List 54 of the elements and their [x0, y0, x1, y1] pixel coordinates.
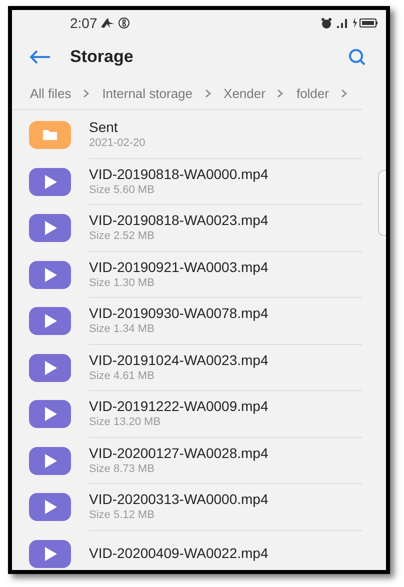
breadcrumb-item[interactable]: Internal storage	[102, 84, 193, 104]
file-name: VID-20190818-WA0000.mp4	[89, 166, 270, 183]
folder-icon	[29, 121, 71, 150]
file-name: VID-20191024-WA0023.mp4	[89, 352, 270, 369]
file-row[interactable]: VID-20191222-WA0009.mp4 Size 13.20 MB	[12, 391, 374, 438]
file-detail: Size 5.60 MB	[89, 182, 156, 197]
file-name: VID-20200409-WA0022.mp4	[89, 544, 270, 562]
file-detail: Size 1.30 MB	[89, 276, 156, 290]
chevron-icon	[277, 89, 284, 98]
file-name: VID-20190818-WA0023.mp4	[89, 212, 270, 230]
file-detail: 2021-02-20	[89, 136, 146, 150]
file-row[interactable]: VID-20190818-WA0000.mp4 Size 5.60 MB	[12, 158, 374, 205]
breadcrumb-item[interactable]: All files	[30, 84, 72, 104]
file-row[interactable]: VID-20200409-WA0022.mp4	[12, 530, 374, 570]
file-name: VID-20200313-WA0000.mp4	[89, 491, 270, 508]
file-row[interactable]: VID-20200313-WA0000.mp4 Size 5.12 MB	[12, 484, 374, 530]
file-name: VID-20191222-WA0009.mp4	[89, 398, 270, 416]
chevron-icon	[83, 89, 90, 98]
file-name: VID-20190921-WA0003.mp4	[89, 258, 270, 276]
scroll-handle[interactable]	[378, 170, 386, 236]
breadcrumb-item[interactable]: folder	[296, 84, 329, 104]
file-detail: Size 5.12 MB	[89, 508, 156, 522]
status-time: 2:07	[70, 14, 98, 32]
chevron-icon	[204, 89, 212, 98]
file-detail: Size 2.52 MB	[89, 229, 156, 244]
chevron-icon	[340, 89, 348, 98]
search-button[interactable]	[346, 46, 368, 68]
file-name: VID-20200127-WA0028.mp4	[89, 444, 270, 462]
breadcrumb-item[interactable]: Xender	[224, 84, 266, 104]
file-row[interactable]: VID-20190921-WA0003.mp4 Size 1.30 MB	[12, 252, 374, 298]
file-detail: Size 8.73 MB	[89, 462, 156, 476]
b-circle-icon	[118, 17, 130, 29]
video-file-icon	[29, 446, 71, 475]
video-file-icon	[29, 168, 71, 196]
file-detail: Size 4.61 MB	[89, 368, 156, 383]
file-row[interactable]: Sent 2021-02-20	[12, 112, 374, 158]
video-file-icon	[29, 307, 71, 336]
video-file-icon	[29, 260, 71, 289]
video-file-icon	[29, 214, 71, 242]
video-file-icon	[29, 400, 71, 428]
file-detail: Size 13.20 MB	[89, 415, 162, 430]
page-title: Storage	[70, 46, 134, 68]
file-row[interactable]: VID-20190818-WA0023.mp4 Size 2.52 MB	[12, 205, 374, 252]
signal-icon	[337, 18, 349, 28]
file-row[interactable]: VID-20191024-WA0023.mp4 Size 4.61 MB	[12, 344, 374, 391]
file-row[interactable]: VID-20190930-WA0078.mp4 Size 1.34 MB	[12, 298, 374, 344]
file-detail: Size 1.34 MB	[89, 322, 156, 336]
file-row[interactable]: VID-20200127-WA0028.mp4 Size 8.73 MB	[12, 438, 374, 484]
file-name: VID-20190930-WA0078.mp4	[89, 305, 270, 322]
video-file-icon	[29, 354, 71, 382]
video-file-icon	[29, 540, 71, 568]
file-name: Sent	[89, 119, 119, 136]
battery-icon	[352, 18, 378, 28]
video-file-icon	[29, 493, 71, 522]
